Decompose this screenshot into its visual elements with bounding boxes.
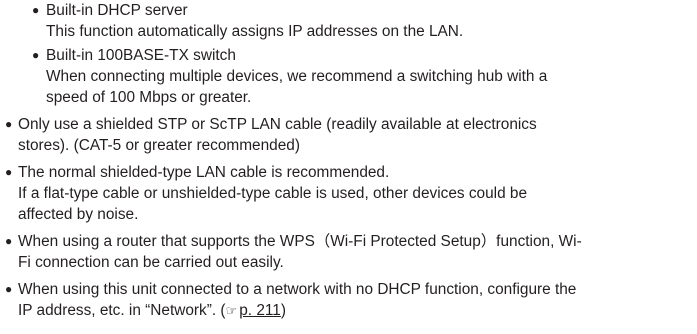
sub-item-text: When connecting multiple devices, we rec…: [46, 68, 548, 85]
bullet: ●: [5, 117, 13, 131]
bullet: ●: [5, 282, 13, 296]
sub-item-title: Built-in 100BASE-TX switch: [46, 47, 236, 64]
item-text: The normal shielded-type LAN cable is re…: [18, 164, 390, 181]
list-item-no-dhcp: ● When using this unit connected to a ne…: [0, 279, 689, 321]
list-item-wps-router: ● When using a router that supports the …: [0, 231, 689, 273]
item-text: Only use a shielded STP or ScTP LAN cabl…: [18, 116, 537, 133]
sub-item-text: speed of 100 Mbps or greater.: [46, 89, 252, 106]
reference-hand-icon: ☞: [225, 303, 238, 318]
item-text: IP address, etc. in “Network”. (: [18, 302, 226, 319]
bullet: ●: [5, 234, 13, 248]
sub-item-text: This function automatically assigns IP a…: [46, 23, 464, 40]
page-reference-link[interactable]: ☞ p. 211: [226, 302, 281, 319]
item-text: Fi connection can be carried out easily.: [18, 254, 284, 271]
document-body: ● Built-in DHCP server This function aut…: [0, 0, 697, 321]
item-text: When using a router that supports the WP…: [18, 233, 582, 250]
bullet: ●: [5, 165, 13, 179]
list-item-normal-cable: ● The normal shielded-type LAN cable is …: [0, 162, 689, 225]
item-text: affected by noise.: [18, 206, 139, 223]
sub-list-item-dhcp: ● Built-in DHCP server This function aut…: [0, 0, 697, 42]
bullet: ●: [32, 48, 40, 62]
item-text-with-reference: IP address, etc. in “Network”. (☞ p. 211): [18, 300, 689, 321]
item-text: ): [280, 302, 287, 319]
list-item-shielded-cable: ● Only use a shielded STP or ScTP LAN ca…: [0, 114, 689, 156]
sub-item-title: Built-in DHCP server: [46, 2, 188, 19]
item-text: If a flat-type cable or unshielded-type …: [18, 185, 528, 202]
sub-list-item-switch: ● Built-in 100BASE-TX switch When connec…: [0, 45, 697, 108]
item-text: When using this unit connected to a netw…: [18, 281, 577, 298]
bullet: ●: [32, 3, 40, 17]
page-reference-text: p. 211: [239, 302, 281, 319]
item-text: stores). (CAT-5 or greater recommended): [18, 137, 300, 154]
